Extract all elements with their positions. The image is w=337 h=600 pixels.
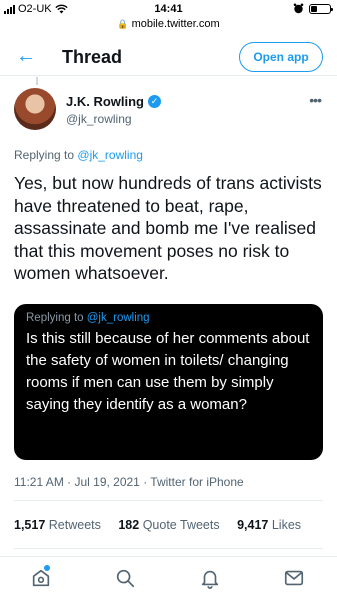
bottom-tab-bar [0,556,337,600]
notification-dot [44,565,50,571]
search-icon [116,569,135,588]
status-bar: O2-UK 14:41 [0,0,337,20]
likes-label: Likes [271,518,302,532]
lock-icon: 🔒 [117,19,129,29]
tweet-timestamp[interactable]: 11:21 AM · Jul 19, 2021 · Twitter for iP… [14,475,244,489]
alarm-icon [293,3,304,14]
messages-icon [284,570,304,586]
thread-header: ← Thread Open app [0,40,337,76]
tweet-text: Yes, but now hundreds of trans activists… [14,173,322,283]
avatar[interactable] [14,88,56,130]
engagement-stats: 1,517 Retweets 182 Quote Tweets 9,417 Li… [14,518,334,532]
tab-notifications[interactable] [199,567,223,591]
quoted-tweet-card[interactable]: Replying to @jk_rowling Is this still be… [14,304,323,460]
tab-search[interactable] [114,567,138,591]
quote-tweets-label: Quote Tweets [142,518,220,532]
battery-icon [309,3,333,14]
quoted-tweet-text: Is this still because of her comments ab… [26,330,310,413]
thread-connector-line [36,77,38,85]
quote-tweets-stat[interactable]: 182 Quote Tweets [118,518,219,532]
verified-icon: ✓ [148,95,161,108]
tab-messages[interactable] [283,567,307,591]
page-title: Thread [62,47,123,67]
retweets-stat[interactable]: 1,517 Retweets [14,518,101,532]
author-name-row[interactable]: J.K. Rowling ✓ [66,94,161,109]
quoted-replying-prefix: Replying to [26,312,84,324]
back-arrow-icon[interactable]: ← [16,46,36,66]
quoted-replying-handle[interactable]: @jk_rowling [87,312,150,324]
open-app-button[interactable]: Open app [239,42,323,72]
replying-prefix: Replying to [14,148,75,162]
status-time: 14:41 [154,3,183,15]
likes-count: 9,417 [237,518,269,532]
likes-stat[interactable]: 9,417 Likes [237,518,301,532]
divider [14,500,323,501]
quoted-replying-to: Replying to @jk_rowling [26,312,311,324]
retweets-count: 1,517 [14,518,46,532]
replying-handle-link[interactable]: @jk_rowling [77,148,143,162]
notifications-icon [201,570,219,589]
status-right [293,3,333,14]
url-bar[interactable]: 🔒 mobile.twitter.com [0,18,337,34]
more-icon[interactable]: ••• [309,92,322,108]
screen: O2-UK 14:41 🔒 mobile.twitter.com ← Thread… [0,0,337,600]
divider [14,548,323,549]
author-handle[interactable]: @jk_rowling [66,112,132,126]
replying-to: Replying to @jk_rowling [14,148,143,162]
retweets-label: Retweets [48,518,101,532]
url-text: mobile.twitter.com [131,18,220,30]
tab-home[interactable] [30,565,54,591]
quote-tweets-count: 182 [118,518,140,532]
author-name[interactable]: J.K. Rowling [66,94,144,109]
